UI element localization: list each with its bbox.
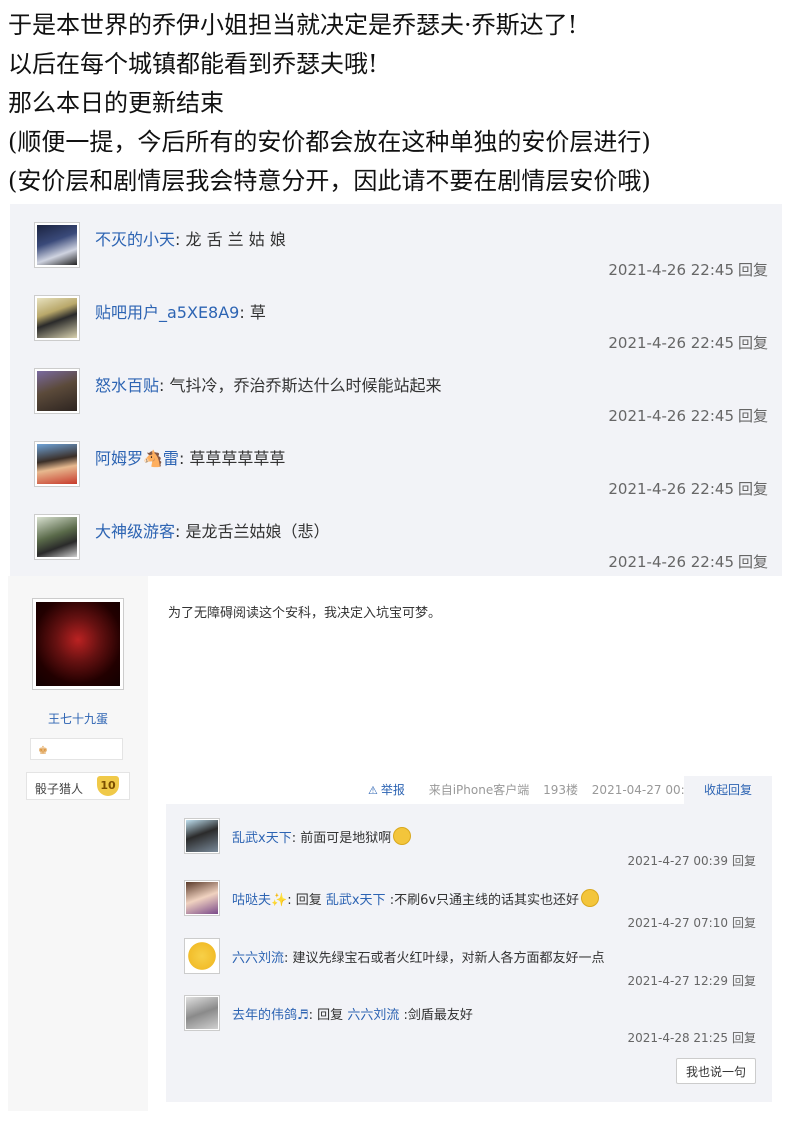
- level-title: 骰子猎人: [35, 782, 84, 796]
- reply-text: 前面可是地狱啊: [300, 831, 392, 846]
- post-tail: ⚠ 举报 来自iPhone客户端 193楼 2021-04-27 00:31: [368, 781, 710, 801]
- post-floor: 王七十九蛋 ♚ 骰子猎人 10 为了无障碍阅读这个安科，我决定入坑宝可梦。 ⚠ 举…: [8, 576, 783, 1111]
- reply-username[interactable]: 阿姆罗🐴雷: [95, 449, 179, 468]
- reply-item: 怒水百贴: 气抖冷，乔治乔斯达什么时候能站起来 2021-4-26 22:45 回…: [10, 350, 782, 425]
- reply-target[interactable]: 乱武x天下: [326, 893, 386, 908]
- reply-text: :剑盾最友好: [403, 1008, 473, 1023]
- author-avatar[interactable]: [32, 598, 124, 690]
- warning-icon: ⚠: [368, 784, 378, 797]
- post-line: (安价层和剧情层我会特意分开，因此请不要在剧情层安价哦): [8, 167, 651, 195]
- reply-target[interactable]: 六六刘流: [347, 1008, 399, 1023]
- reply-list: 不灭的小天: 龙 舌 兰 姑 娘 2021-4-26 22:45 回复 贴吧用户_…: [10, 204, 782, 576]
- reply-item: 贴吧用户_a5XE8A9: 草 2021-4-26 22:45 回复: [10, 277, 782, 352]
- crown-icon: ♚: [38, 744, 48, 757]
- author-sidebar: 王七十九蛋 ♚ 骰子猎人 10: [8, 576, 148, 1111]
- level-badge[interactable]: 骰子猎人 10: [26, 772, 130, 800]
- reply-username[interactable]: 去年的伟鸽♬: [232, 1008, 309, 1023]
- post-source: 来自iPhone客户端: [428, 783, 530, 797]
- avatar[interactable]: [34, 222, 80, 268]
- reply-item: 阿姆罗🐴雷: 草草草草草草 2021-4-26 22:45 回复: [10, 423, 782, 498]
- author-username[interactable]: 王七十九蛋: [8, 710, 148, 727]
- reply-username[interactable]: 大神级游客: [95, 522, 175, 541]
- avatar[interactable]: [34, 441, 80, 487]
- avatar[interactable]: [34, 514, 80, 560]
- sub-reply-item: 乱武x天下: 前面可是地狱啊 2021-4-27 00:39 回复: [166, 804, 772, 868]
- reply-prefix: 回复: [295, 893, 322, 908]
- reply-username[interactable]: 咕哒夫✨: [232, 893, 287, 908]
- sub-reply-item: 咕哒夫✨: 回复 乱武x天下 :不刷6v只通主线的话其实也还好 2021-4-2…: [166, 866, 772, 930]
- sub-reply-item: 六六刘流: 建议先绿宝石或者火红叶绿，对新人各方面都友好一点 2021-4-27…: [166, 924, 772, 988]
- reply-text: 草草草草草草: [189, 449, 286, 468]
- reply-prefix: 回复: [317, 1008, 344, 1023]
- avatar[interactable]: [34, 368, 80, 414]
- post-content: 为了无障碍阅读这个安科，我决定入坑宝可梦。: [168, 606, 442, 621]
- sub-reply-item: 去年的伟鸽♬: 回复 六六刘流 :剑盾最友好 2021-4-28 21:25 回复: [166, 981, 772, 1045]
- avatar[interactable]: [184, 938, 220, 974]
- avatar[interactable]: [184, 995, 220, 1031]
- reply-username[interactable]: 不灭的小天: [95, 230, 175, 249]
- avatar[interactable]: [34, 295, 80, 341]
- emoji-icon: [393, 827, 412, 845]
- reply-item: 不灭的小天: 龙 舌 兰 姑 娘 2021-4-26 22:45 回复: [10, 204, 782, 279]
- reply-username[interactable]: 六六刘流: [232, 951, 284, 966]
- reply-time: 2021-4-28 21:25: [627, 1031, 728, 1045]
- avatar[interactable]: [184, 818, 220, 854]
- sub-reply-list: 乱武x天下: 前面可是地狱啊 2021-4-27 00:39 回复 咕哒夫✨: 回…: [166, 804, 772, 1102]
- reply-time: 2021-4-26 22:45: [608, 553, 734, 571]
- reply-link[interactable]: 回复: [732, 1031, 756, 1045]
- post-line: 那么本日的更新结束: [8, 89, 224, 117]
- reply-text: :不刷6v只通主线的话其实也还好: [389, 893, 580, 908]
- post-line: (顺便一提，今后所有的安价都会放在这种单独的安价层进行): [8, 128, 651, 156]
- level-number: 10: [97, 776, 119, 796]
- reply-username[interactable]: 乱武x天下: [232, 831, 292, 846]
- reply-username[interactable]: 怒水百贴: [95, 376, 159, 395]
- reply-item: 大神级游客: 是龙舌兰姑娘（悲） 2021-4-26 22:45 回复: [10, 496, 782, 571]
- post-line: 以后在每个城镇都能看到乔瑟夫哦!: [8, 50, 378, 78]
- collapse-replies-button[interactable]: 收起回复: [684, 776, 772, 804]
- avatar[interactable]: [184, 880, 220, 916]
- reply-text: 是龙舌兰姑娘（悲）: [185, 522, 330, 541]
- reply-link[interactable]: 回复: [738, 553, 768, 571]
- reply-text: 气抖冷，乔治乔斯达什么时候能站起来: [169, 376, 442, 395]
- member-badge[interactable]: ♚: [30, 738, 123, 760]
- floor-number: 193楼: [543, 783, 578, 797]
- reply-text: 建议先绿宝石或者火红叶绿，对新人各方面都友好一点: [292, 951, 605, 966]
- emoji-icon: [581, 889, 600, 907]
- reply-text: 草: [249, 303, 266, 322]
- reply-username[interactable]: 贴吧用户_a5XE8A9: [95, 303, 239, 322]
- post-line: 于是本世界的乔伊小姐担当就决定是乔瑟夫·乔斯达了!: [8, 11, 578, 39]
- report-link[interactable]: ⚠ 举报: [368, 783, 415, 797]
- post-body: 于是本世界的乔伊小姐担当就决定是乔瑟夫·乔斯达了! 以后在每个城镇都能看到乔瑟夫…: [8, 6, 788, 201]
- say-something-button[interactable]: 我也说一句: [676, 1058, 756, 1084]
- reply-text: 龙 舌 兰 姑 娘: [185, 230, 286, 249]
